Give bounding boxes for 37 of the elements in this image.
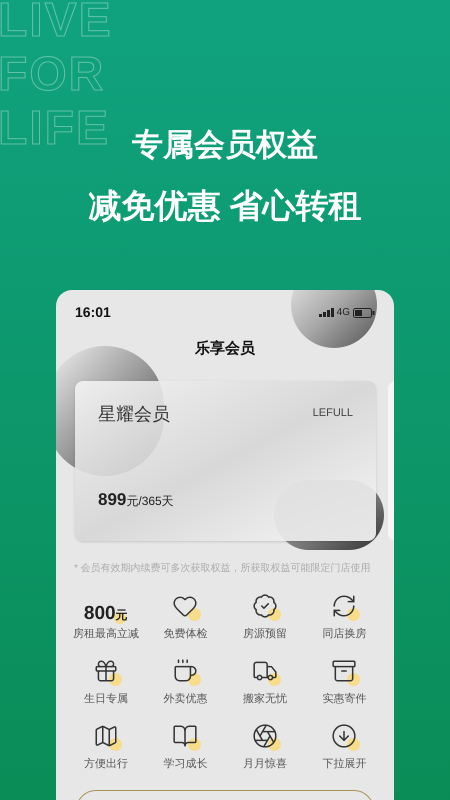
benefit-label[interactable]: 搬家无忧 xyxy=(242,690,287,707)
badge-check-icon xyxy=(252,592,278,618)
benefit-label[interactable]: 月月惊喜 xyxy=(242,756,287,772)
aperture-icon xyxy=(252,722,278,748)
card-brand: LEFULL xyxy=(312,406,353,420)
benefit-label[interactable]: 生日专属 xyxy=(84,690,128,707)
battery-icon xyxy=(353,308,375,318)
benefit-label[interactable]: 实惠寄件 xyxy=(322,690,366,707)
membership-note: * 会员有效期内续费可多次获取权益，所获取权益可能限定门店使用 xyxy=(74,562,371,574)
signal-icon xyxy=(318,308,334,317)
outline-word: LIVE xyxy=(0,0,113,48)
benefit-label[interactable]: 方便出行 xyxy=(84,756,128,772)
membership-card[interactable]: 星耀会员 LEFULL 899元/365天 xyxy=(75,380,376,540)
outline-word: LIFE xyxy=(0,102,111,156)
cup-icon xyxy=(172,658,198,684)
card-name: 星耀会员 xyxy=(98,402,170,426)
download-icon xyxy=(331,722,358,748)
benefit-label[interactable]: 房租最高立减 xyxy=(72,626,139,642)
headline: 减免优惠 省心转租 xyxy=(88,186,362,226)
map-icon xyxy=(92,722,119,748)
card-price: 899元/365天 xyxy=(98,488,175,510)
network-label: 4G xyxy=(336,306,350,320)
refresh-icon xyxy=(331,592,358,618)
benefit-label[interactable]: 免费体检 xyxy=(163,626,208,642)
benefit-label[interactable]: 同店换房 xyxy=(322,626,366,642)
status-time: 16:01 xyxy=(75,303,111,322)
book-icon xyxy=(172,722,198,748)
page-title: 乐享会员 xyxy=(195,339,255,359)
benefit-label[interactable]: 外卖优惠 xyxy=(163,690,208,707)
discount-amount: 800元 xyxy=(84,604,128,622)
gift-icon xyxy=(92,658,119,684)
benefit-label[interactable]: 学习成长 xyxy=(163,756,208,772)
benefit-label[interactable]: 房源预留 xyxy=(242,626,287,642)
box-icon xyxy=(331,658,358,684)
benefit-label[interactable]: 下拉展开 xyxy=(322,756,366,772)
headline: 专属会员权益 xyxy=(132,126,318,164)
outline-word: FOR xyxy=(0,48,106,102)
